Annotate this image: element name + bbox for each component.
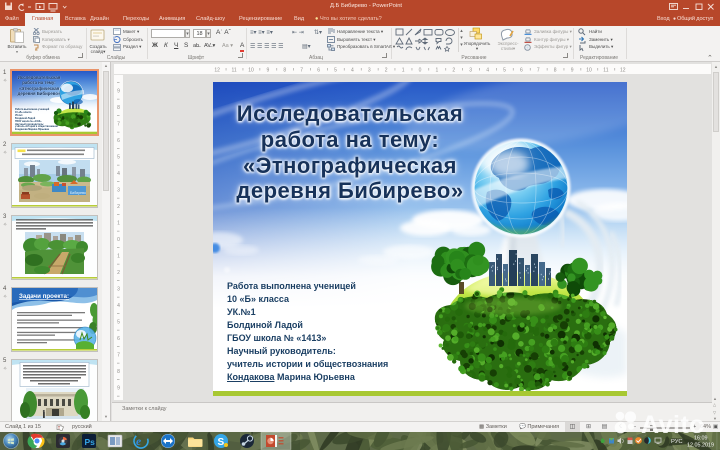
svg-text:3: 3 <box>469 68 472 74</box>
svg-text:7: 7 <box>117 353 120 359</box>
svg-text:Задачи проекта:: Задачи проекта: <box>19 293 69 300</box>
svg-text:1: 1 <box>117 254 120 260</box>
svg-text:7: 7 <box>117 122 120 128</box>
svg-text:5: 5 <box>334 68 337 74</box>
svg-text:6: 6 <box>317 68 320 74</box>
svg-text:5: 5 <box>503 68 506 74</box>
svg-text:3: 3 <box>368 68 371 74</box>
svg-text:6: 6 <box>520 68 523 74</box>
svg-text:12: 12 <box>214 68 220 74</box>
svg-text:9: 9 <box>117 386 120 392</box>
svg-text:10: 10 <box>586 68 592 74</box>
svg-text:S: S <box>218 437 225 448</box>
svg-text:7: 7 <box>300 68 303 74</box>
svg-text:8: 8 <box>283 68 286 74</box>
svg-text:4: 4 <box>351 68 354 74</box>
svg-text:7: 7 <box>537 68 540 74</box>
svg-text:0: 0 <box>419 68 422 74</box>
svg-text:9: 9 <box>571 68 574 74</box>
svg-text:0: 0 <box>117 237 120 243</box>
svg-text:1: 1 <box>436 68 439 74</box>
svg-text:8: 8 <box>117 105 120 111</box>
svg-text:3: 3 <box>117 188 120 194</box>
svg-text:8: 8 <box>554 68 557 74</box>
svg-text:e: e <box>136 436 141 448</box>
svg-text:1: 1 <box>402 68 405 74</box>
svg-text:6: 6 <box>117 138 120 144</box>
svg-text:1: 1 <box>117 221 120 227</box>
svg-text:Бибирево: Бибирево <box>70 191 86 195</box>
svg-text:12: 12 <box>620 68 626 74</box>
svg-text:8: 8 <box>117 369 120 375</box>
svg-text:РУС: РУС <box>671 439 683 445</box>
svg-text:4: 4 <box>486 68 489 74</box>
svg-text:10: 10 <box>248 68 254 74</box>
svg-text:9: 9 <box>117 89 120 95</box>
svg-text:2: 2 <box>117 270 120 276</box>
svg-text:11: 11 <box>603 68 608 74</box>
svg-text:2: 2 <box>117 204 120 210</box>
svg-text:4: 4 <box>117 303 120 309</box>
svg-text:11: 11 <box>231 68 236 74</box>
svg-text:3: 3 <box>117 287 120 293</box>
svg-text:6: 6 <box>117 336 120 342</box>
svg-text:5: 5 <box>117 155 120 161</box>
svg-text:Ps: Ps <box>85 437 96 447</box>
svg-text:5: 5 <box>117 320 120 326</box>
svg-text:9: 9 <box>267 68 270 74</box>
svg-text:2: 2 <box>385 68 388 74</box>
svg-text:12.05.2019: 12.05.2019 <box>687 443 714 449</box>
svg-text:4: 4 <box>117 171 120 177</box>
svg-text:2: 2 <box>452 68 455 74</box>
svg-text:Avito: Avito <box>641 411 705 437</box>
